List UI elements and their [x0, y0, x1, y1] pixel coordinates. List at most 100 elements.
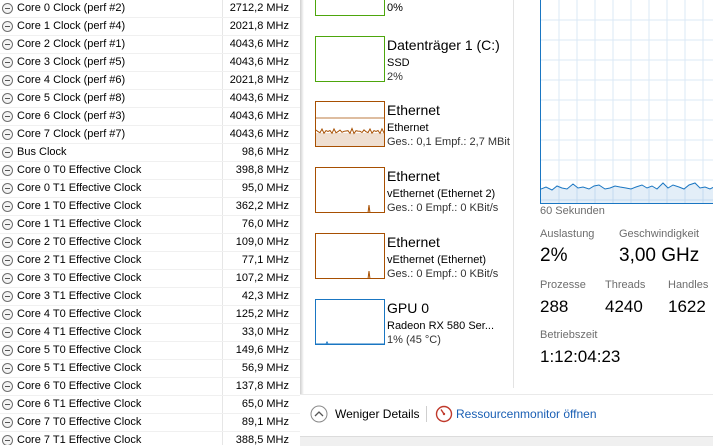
sensor-row[interactable]: Core 0 T1 Effective Clock 95,0 MHz — [0, 180, 300, 198]
sensor-label: Core 6 Clock (perf #3) — [17, 110, 126, 122]
handles-value: 1622 — [668, 297, 706, 316]
sensor-label: Core 1 Clock (perf #4) — [17, 20, 126, 32]
sensor-row[interactable]: Core 7 T0 Effective Clock 89,1 MHz — [0, 414, 300, 432]
sensor-clock-icon — [2, 291, 13, 302]
sensor-row[interactable]: Core 7 Clock (perf #7) 4043,6 MHz — [0, 126, 300, 144]
sensor-row[interactable]: Core 5 T1 Effective Clock 56,9 MHz — [0, 360, 300, 378]
sensor-row[interactable]: Core 1 Clock (perf #4) 2021,8 MHz — [0, 18, 300, 36]
sensor-clock-icon — [2, 129, 13, 140]
sensor-clock-icon — [2, 165, 13, 176]
sensor-value: 388,5 MHz — [235, 434, 289, 445]
device-item-partial[interactable]: 0% — [305, 0, 514, 30]
device-item-eth3[interactable]: Ethernet vEthernet (Ethernet) Ges.: 0 Empf… — [305, 233, 514, 293]
device-item-disk[interactable]: Datenträger 1 (C:) SSD 2% — [305, 36, 514, 96]
sensor-label: Core 4 Clock (perf #6) — [17, 74, 126, 86]
device-item-eth1[interactable]: Ethernet Ethernet Ges.: 0,1 Empf.: 2,7 MBi… — [305, 101, 514, 161]
sensor-value: 76,0 MHz — [241, 218, 289, 230]
time-span-label: 60 Sekunden — [540, 205, 605, 217]
sensor-value: 95,0 MHz — [241, 182, 289, 194]
sensor-row[interactable]: Core 4 T0 Effective Clock 125,2 MHz — [0, 306, 300, 324]
sensor-clock-icon — [2, 93, 13, 104]
sensor-value: 4043,6 MHz — [229, 38, 289, 50]
device-subtitle: Ethernet — [387, 122, 429, 134]
threads-label: Threads — [605, 279, 646, 291]
sensor-clock-icon — [2, 147, 13, 158]
sensor-clock-icon — [2, 435, 13, 445]
sensor-row[interactable]: Core 0 T0 Effective Clock 398,8 MHz — [0, 162, 300, 180]
sensor-label: Core 5 T1 Effective Clock — [17, 362, 142, 374]
sensor-row[interactable]: Core 0 Clock (perf #2) 2712,2 MHz — [0, 0, 300, 18]
sensor-value: 2021,8 MHz — [229, 20, 289, 32]
sensor-row[interactable]: Core 6 T1 Effective Clock 65,0 MHz — [0, 396, 300, 414]
threads-value: 4240 — [605, 297, 643, 316]
sensor-row[interactable]: Bus Clock 98,6 MHz — [0, 144, 300, 162]
sensor-value: 107,2 MHz — [235, 272, 289, 284]
device-thumbnail — [315, 0, 385, 16]
sensor-row[interactable]: Core 2 T0 Effective Clock 109,0 MHz — [0, 234, 300, 252]
sensor-label: Core 6 T1 Effective Clock — [17, 398, 142, 410]
sensor-label: Core 4 T0 Effective Clock — [17, 308, 142, 320]
sensor-value: 89,1 MHz — [241, 416, 289, 428]
sensor-row[interactable]: Core 1 T1 Effective Clock 76,0 MHz — [0, 216, 300, 234]
sensor-label: Core 5 Clock (perf #8) — [17, 92, 126, 104]
sensor-row[interactable]: Core 2 T1 Effective Clock 77,1 MHz — [0, 252, 300, 270]
sensor-row[interactable]: Core 6 T0 Effective Clock 137,8 MHz — [0, 378, 300, 396]
device-subtitle: Radeon RX 580 Ser... — [387, 320, 495, 332]
device-subtitle: vEthernet (Ethernet) — [387, 254, 487, 266]
device-item-eth2[interactable]: Ethernet vEthernet (Ethernet 2) Ges.: 0 Em… — [305, 167, 514, 227]
sensor-row[interactable]: Core 5 T0 Effective Clock 149,6 MHz — [0, 342, 300, 360]
sensor-clock-icon — [2, 399, 13, 410]
sensor-row[interactable]: Core 6 Clock (perf #3) 4043,6 MHz — [0, 108, 300, 126]
cpu-usage-graph — [540, 0, 713, 204]
sensor-clock-icon — [2, 21, 13, 32]
processes-value: 288 — [540, 297, 569, 316]
device-name: Ethernet — [387, 102, 440, 118]
device-list: 0% Datenträger 1 (C:) SSD 2% Ethernet Ethern… — [305, 0, 514, 395]
speed-label: Geschwindigkeit — [619, 228, 700, 240]
sensor-clock-icon — [2, 57, 13, 68]
sensor-label: Core 5 T0 Effective Clock — [17, 344, 142, 356]
sensor-label: Core 7 T0 Effective Clock — [17, 416, 142, 428]
sensor-row[interactable]: Core 3 Clock (perf #5) 4043,6 MHz — [0, 54, 300, 72]
sensor-clock-icon — [2, 237, 13, 248]
sensor-row[interactable]: Core 1 T0 Effective Clock 362,2 MHz — [0, 198, 300, 216]
resource-monitor-label: Ressourcenmonitor öffnen — [456, 407, 597, 421]
sensor-label: Core 0 Clock (perf #2) — [17, 2, 126, 14]
device-thumbnail-graph — [315, 167, 385, 213]
sensor-list: Core 0 Clock (perf #2) 2712,2 MHz Core 1 C… — [0, 0, 300, 445]
sensor-row[interactable]: Core 2 Clock (perf #1) 4043,6 MHz — [0, 36, 300, 54]
device-thumbnail-graph — [315, 101, 385, 147]
uptime-value: 1:12:04:23 — [540, 347, 621, 366]
sensor-row[interactable]: Core 3 T0 Effective Clock 107,2 MHz — [0, 270, 300, 288]
fewer-details-label: Weniger Details — [335, 407, 420, 421]
window-shadow — [300, 0, 304, 445]
utilization-label: Auslastung — [540, 228, 595, 240]
sensor-value: 4043,6 MHz — [229, 110, 289, 122]
sensor-value: 109,0 MHz — [235, 236, 289, 248]
device-subtitle: SSD — [387, 57, 410, 69]
sensor-label: Core 7 T1 Effective Clock — [17, 434, 142, 445]
sensor-label: Core 1 T0 Effective Clock — [17, 200, 142, 212]
sensor-clock-icon — [2, 183, 13, 194]
sensor-clock-icon — [2, 75, 13, 86]
sensor-label: Core 1 T1 Effective Clock — [17, 218, 142, 230]
sensor-clock-icon — [2, 363, 13, 374]
sensor-row[interactable]: Core 4 Clock (perf #6) 2021,8 MHz — [0, 72, 300, 90]
sensor-value: 2712,2 MHz — [229, 2, 289, 14]
handles-label: Handles — [668, 279, 709, 291]
sensor-clock-icon — [2, 39, 13, 50]
device-subtitle: vEthernet (Ethernet 2) — [387, 188, 496, 200]
sensor-value: 77,1 MHz — [241, 254, 289, 266]
sensor-row[interactable]: Core 7 T1 Effective Clock 388,5 MHz — [0, 432, 300, 445]
sensor-value: 398,8 MHz — [235, 164, 289, 176]
sensor-clock-icon — [2, 309, 13, 320]
sensor-row[interactable]: Core 5 Clock (perf #8) 4043,6 MHz — [0, 90, 300, 108]
device-detail: 1% (45 °C) — [387, 334, 441, 346]
sensor-clock-icon — [2, 381, 13, 392]
sensor-row[interactable]: Core 4 T1 Effective Clock 33,0 MHz — [0, 324, 300, 342]
device-detail: Ges.: 0 Empf.: 0 KBit/s — [387, 268, 499, 280]
sensor-value: 4043,6 MHz — [229, 92, 289, 104]
sensor-row[interactable]: Core 3 T1 Effective Clock 42,3 MHz — [0, 288, 300, 306]
sensor-value: 4043,6 MHz — [229, 128, 289, 140]
device-item-gpu[interactable]: GPU 0 Radeon RX 580 Ser... 1% (45 °C) — [305, 299, 514, 359]
